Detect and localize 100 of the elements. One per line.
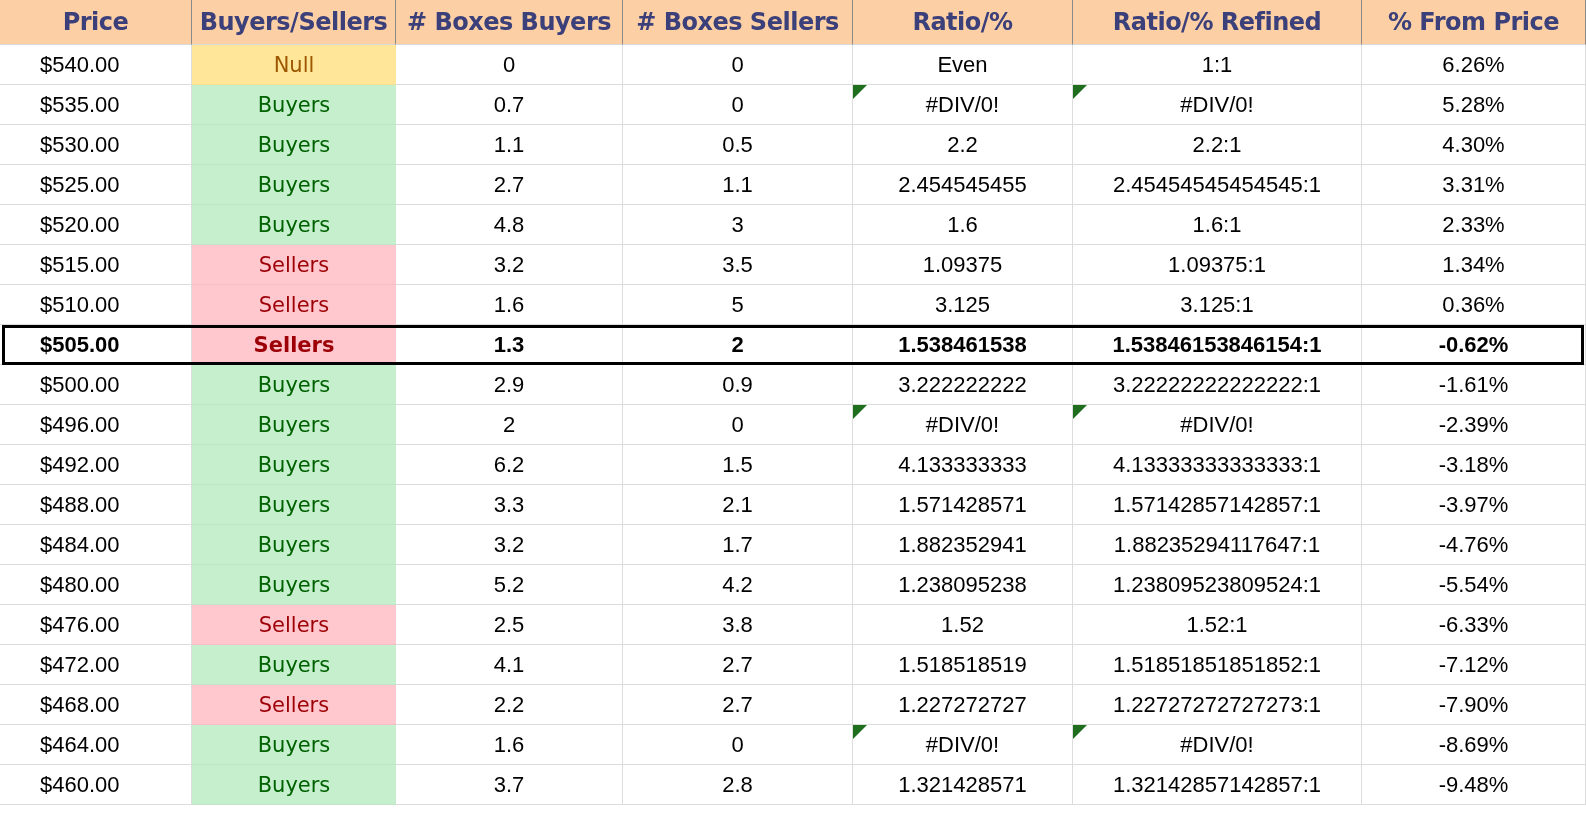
table-cell: 0.36%	[1362, 285, 1586, 325]
table-cell: 2.1	[623, 485, 853, 525]
table-cell: 2.7	[396, 165, 623, 205]
table-cell: 2.7	[623, 685, 853, 725]
table-cell: 3.2	[396, 245, 623, 285]
status-cell: Sellers	[192, 245, 396, 285]
table-cell: 0.5	[623, 125, 853, 165]
status-cell: Buyers	[192, 85, 396, 125]
table-cell: -8.69%	[1362, 725, 1586, 765]
table-cell: -9.48%	[1362, 765, 1586, 805]
table-cell: 1.6:1	[1073, 205, 1362, 245]
table-cell: 4.133333333	[853, 445, 1073, 485]
column-header[interactable]: Ratio/% Refined	[1073, 0, 1362, 45]
table-cell: 0.7	[396, 85, 623, 125]
table-cell: 1.6	[396, 725, 623, 765]
table-cell: 3.222222222	[853, 365, 1073, 405]
column-header[interactable]: Ratio/%	[853, 0, 1073, 45]
table-cell: 4.8	[396, 205, 623, 245]
table-cell: 2.2:1	[1073, 125, 1362, 165]
table-cell: 5.28%	[1362, 85, 1586, 125]
table-cell: 3.125:1	[1073, 285, 1362, 325]
table-cell: 1.7	[623, 525, 853, 565]
table-cell: 2.5	[396, 605, 623, 645]
table-cell: 3.22222222222222:1	[1073, 365, 1362, 405]
table-cell: 1.3	[396, 325, 623, 365]
table-cell: 3.8	[623, 605, 853, 645]
table-cell: 4.2	[623, 565, 853, 605]
table-cell: Even	[853, 45, 1073, 85]
table-cell: 4.13333333333333:1	[1073, 445, 1362, 485]
table-cell: 2.9	[396, 365, 623, 405]
table-cell: -4.76%	[1362, 525, 1586, 565]
table-cell: #DIV/0!	[1073, 85, 1362, 125]
table-cell: -1.61%	[1362, 365, 1586, 405]
table-cell: -2.39%	[1362, 405, 1586, 445]
table-cell: 1.518518519	[853, 645, 1073, 685]
column-header[interactable]: Price	[0, 0, 192, 45]
table-cell: 1.57142857142857:1	[1073, 485, 1362, 525]
table-cell: #DIV/0!	[1073, 725, 1362, 765]
table-cell: 3.31%	[1362, 165, 1586, 205]
status-cell: Sellers	[192, 285, 396, 325]
status-cell: Buyers	[192, 125, 396, 165]
table-cell: 2.2	[396, 685, 623, 725]
status-cell: Buyers	[192, 725, 396, 765]
table-cell: -3.97%	[1362, 485, 1586, 525]
table-cell: 1.538461538	[853, 325, 1073, 365]
table-cell: 1:1	[1073, 45, 1362, 85]
table-cell: 5	[623, 285, 853, 325]
table-cell: -3.18%	[1362, 445, 1586, 485]
table-cell: -0.62%	[1362, 325, 1586, 365]
table-cell: 2	[396, 405, 623, 445]
table-cell: 1.51851851851852:1	[1073, 645, 1362, 685]
column-header[interactable]: # Boxes Buyers	[396, 0, 623, 45]
table-cell: #DIV/0!	[1073, 405, 1362, 445]
status-cell: Buyers	[192, 205, 396, 245]
status-cell: Buyers	[192, 645, 396, 685]
status-cell: Sellers	[192, 605, 396, 645]
table-cell: 1.238095238	[853, 565, 1073, 605]
status-cell: Buyers	[192, 765, 396, 805]
status-cell: Buyers	[192, 165, 396, 205]
table-cell: -7.90%	[1362, 685, 1586, 725]
table-cell: 6.26%	[1362, 45, 1586, 85]
table-cell: 1.32142857142857:1	[1073, 765, 1362, 805]
table-cell: 1.88235294117647:1	[1073, 525, 1362, 565]
table-cell: 3.7	[396, 765, 623, 805]
column-header[interactable]: % From Price	[1362, 0, 1586, 45]
status-cell: Buyers	[192, 365, 396, 405]
table-cell: 1.09375:1	[1073, 245, 1362, 285]
status-cell: Buyers	[192, 405, 396, 445]
table-cell: -7.12%	[1362, 645, 1586, 685]
table-cell: 2.454545455	[853, 165, 1073, 205]
column-header[interactable]: # Boxes Sellers	[623, 0, 853, 45]
table-cell: 3.2	[396, 525, 623, 565]
table-cell: 0	[623, 45, 853, 85]
table-cell: 1.09375	[853, 245, 1073, 285]
table-cell: 1.321428571	[853, 765, 1073, 805]
table-cell: 1.227272727	[853, 685, 1073, 725]
status-cell: Buyers	[192, 445, 396, 485]
table-cell: 2.8	[623, 765, 853, 805]
table-cell: 1.882352941	[853, 525, 1073, 565]
table-cell: 1.6	[853, 205, 1073, 245]
table-cell: 6.2	[396, 445, 623, 485]
table-cell: 3.125	[853, 285, 1073, 325]
table-cell: 1.53846153846154:1	[1073, 325, 1362, 365]
table-cell: 3	[623, 205, 853, 245]
table-cell: 2	[623, 325, 853, 365]
table-cell: #DIV/0!	[853, 405, 1073, 445]
table-cell: 1.1	[623, 165, 853, 205]
table-cell: 0	[623, 85, 853, 125]
status-cell: Null	[192, 45, 396, 85]
table-cell: 4.1	[396, 645, 623, 685]
table-cell: 1.23809523809524:1	[1073, 565, 1362, 605]
table-cell: 1.1	[396, 125, 623, 165]
table-cell: 4.30%	[1362, 125, 1586, 165]
column-header[interactable]: Buyers/Sellers	[192, 0, 396, 45]
status-cell: Buyers	[192, 485, 396, 525]
table-cell: 2.7	[623, 645, 853, 685]
table-cell: 0	[623, 405, 853, 445]
table-cell: 0	[396, 45, 623, 85]
table-cell: #DIV/0!	[853, 725, 1073, 765]
table-cell: 1.52	[853, 605, 1073, 645]
